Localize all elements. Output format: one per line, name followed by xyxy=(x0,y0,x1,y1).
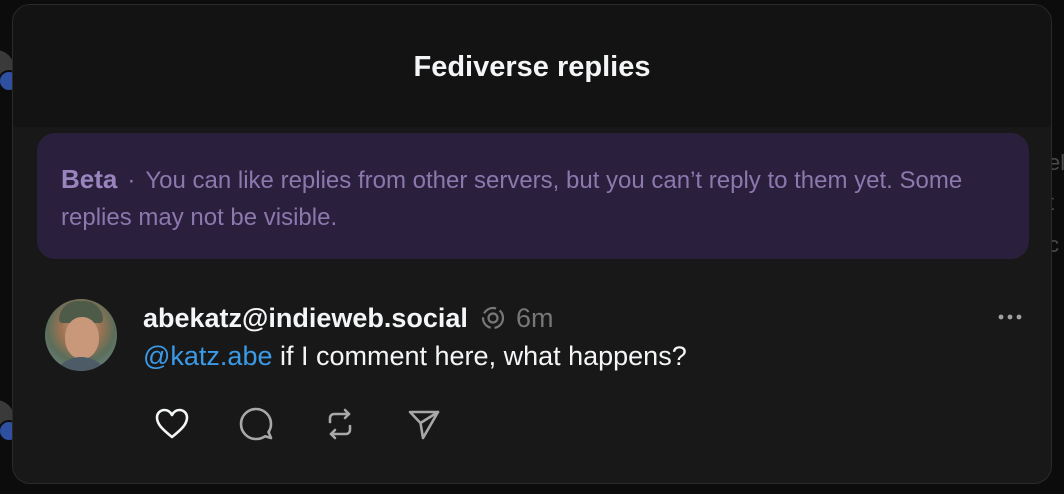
like-button[interactable] xyxy=(153,405,191,443)
reply-text: @katz.abe if I comment here, what happen… xyxy=(143,341,687,372)
heart-icon xyxy=(155,408,189,439)
avatar[interactable] xyxy=(45,299,117,371)
comment-button[interactable] xyxy=(237,405,275,443)
beta-notice-banner: Beta · You can like replies from other ser… xyxy=(37,133,1029,259)
fediverse-icon xyxy=(480,305,506,331)
reply-username[interactable]: abekatz@indieweb.social xyxy=(143,303,468,334)
more-horizontal-icon xyxy=(998,314,1022,320)
banner-separator: · xyxy=(127,167,136,194)
share-icon xyxy=(408,410,440,440)
beta-label: Beta xyxy=(61,164,118,194)
reply-header: abekatz@indieweb.social 6m xyxy=(143,299,553,337)
mention-link[interactable]: @katz.abe xyxy=(143,341,272,371)
reply-text-content: if I comment here, what happens? xyxy=(272,341,687,371)
more-options-button[interactable] xyxy=(995,305,1025,329)
beta-message: You can like replies from other servers,… xyxy=(61,167,963,231)
repost-icon xyxy=(328,408,352,440)
dialog-header: Fediverse replies xyxy=(13,5,1051,127)
reply-item: abekatz@indieweb.social 6m @katz.abe if … xyxy=(45,299,1025,459)
comment-icon xyxy=(239,407,273,441)
reply-timestamp: 6m xyxy=(515,302,554,333)
repost-button[interactable] xyxy=(321,405,359,443)
share-button[interactable] xyxy=(405,405,443,443)
fediverse-replies-dialog: Fediverse replies Beta · You can like repl… xyxy=(12,4,1052,484)
dialog-title: Fediverse replies xyxy=(413,51,651,83)
reply-actions xyxy=(153,405,489,443)
